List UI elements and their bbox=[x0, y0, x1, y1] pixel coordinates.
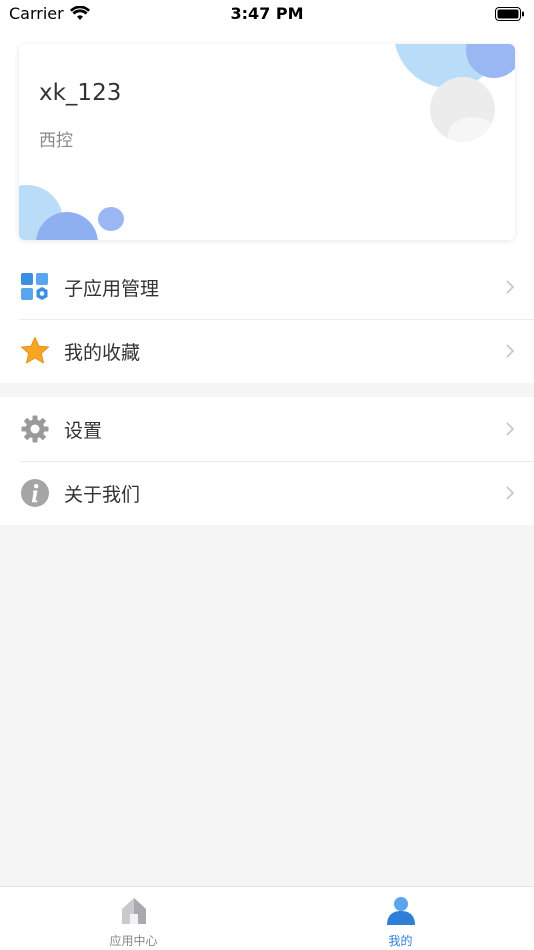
profile-username: xk_123 bbox=[39, 80, 122, 106]
menu-group-primary: 子应用管理 我的收藏 bbox=[0, 255, 534, 383]
status-bar: Carrier 3:47 PM bbox=[0, 0, 534, 28]
star-icon bbox=[21, 337, 49, 364]
avatar[interactable] bbox=[430, 77, 495, 142]
tab-label: 我的 bbox=[388, 934, 413, 948]
tab-bar: 应用中心 我的 bbox=[0, 886, 534, 950]
menu-item-settings[interactable]: 设置 bbox=[0, 397, 534, 461]
chevron-right-icon bbox=[506, 422, 515, 436]
home-icon bbox=[121, 898, 146, 924]
chevron-right-icon bbox=[506, 486, 515, 500]
info-icon bbox=[21, 479, 49, 507]
menu-label: 我的收藏 bbox=[64, 341, 141, 364]
tab-label: 应用中心 bbox=[109, 934, 158, 948]
status-time: 3:47 PM bbox=[230, 4, 304, 23]
chevron-right-icon bbox=[506, 280, 515, 294]
decor-bubble-bottom-3 bbox=[98, 207, 124, 231]
menu-label: 关于我们 bbox=[64, 483, 141, 506]
tab-mine[interactable]: 我的 bbox=[267, 887, 534, 950]
menu-label: 设置 bbox=[64, 419, 103, 442]
menu-item-sub-app-management[interactable]: 子应用管理 bbox=[0, 255, 534, 319]
menu-item-my-favorites[interactable]: 我的收藏 bbox=[0, 319, 534, 383]
profile-card[interactable]: xk_123 西控 bbox=[19, 44, 515, 240]
profile-organization: 西控 bbox=[39, 131, 73, 151]
avatar-placeholder-icon bbox=[448, 117, 495, 142]
status-right bbox=[495, 6, 525, 25]
menu-label: 子应用管理 bbox=[64, 277, 160, 300]
apps-grid-icon bbox=[21, 273, 48, 300]
person-icon bbox=[386, 897, 415, 925]
tab-app-center[interactable]: 应用中心 bbox=[0, 887, 267, 950]
gear-icon bbox=[21, 415, 49, 443]
battery-icon bbox=[495, 7, 524, 21]
menu-group-secondary: 设置 关于我们 bbox=[0, 397, 534, 525]
chevron-right-icon bbox=[506, 344, 515, 358]
menu-item-about-us[interactable]: 关于我们 bbox=[0, 461, 534, 525]
mine-screen: Carrier 3:47 PM xk_123 西控 子应用管理 我的收藏 设置 … bbox=[0, 0, 534, 950]
